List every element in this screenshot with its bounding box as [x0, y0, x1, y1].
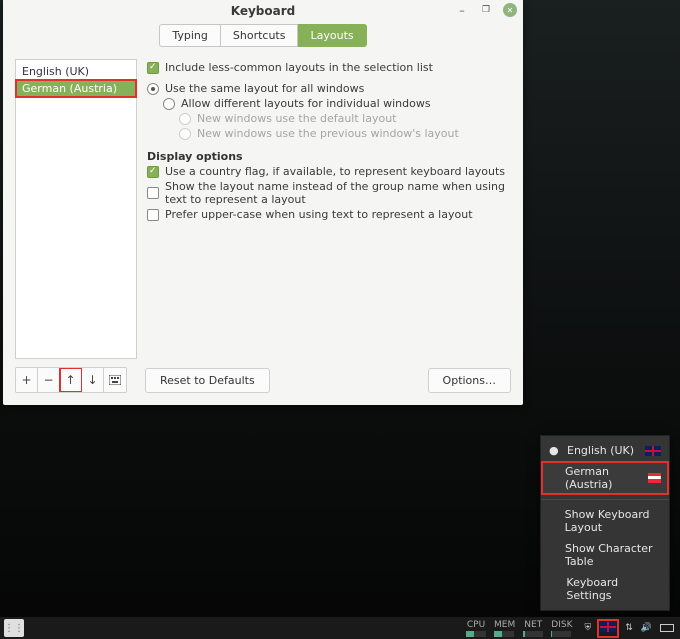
checkbox-icon[interactable] [147, 166, 159, 178]
menu-item-german-austria[interactable]: German (Austria) [541, 461, 669, 495]
opt-prefer-upper[interactable]: Prefer upper-case when using text to rep… [147, 208, 511, 221]
keyboard-icon [109, 375, 121, 385]
system-monitor[interactable]: CPU MEM NET DISK [466, 620, 578, 637]
layout-list[interactable]: English (UK) German (Austria) [15, 59, 137, 359]
maximize-button[interactable] [479, 3, 493, 17]
radio-icon[interactable] [163, 98, 175, 110]
close-button[interactable] [503, 3, 517, 17]
add-layout-button[interactable]: + [16, 368, 38, 392]
opt-allow-diff-per-window[interactable]: Allow different layouts for individual w… [163, 97, 511, 110]
label: Use the same layout for all windows [165, 82, 364, 95]
window-title: Keyboard [3, 0, 523, 22]
opt-new-previous: New windows use the previous window's la… [179, 127, 511, 140]
menu-item-keyboard-settings[interactable]: Keyboard Settings [541, 572, 669, 606]
tab-bar: Typing Shortcuts Layouts [3, 24, 523, 47]
layout-item-german-austria[interactable]: German (Austria) [16, 80, 136, 97]
network-icon[interactable]: ⇅ [625, 623, 633, 633]
label: New windows use the previous window's la… [197, 127, 459, 140]
menu-separator [541, 499, 669, 500]
start-button[interactable]: ⋮⋮ [4, 619, 24, 637]
display-options-header: Display options [147, 150, 511, 163]
menu-item-show-chartable[interactable]: Show Character Table [541, 538, 669, 572]
label: Show the layout name instead of the grou… [165, 180, 511, 206]
move-down-button[interactable]: ↓ [82, 368, 104, 392]
tab-layouts[interactable]: Layouts [298, 24, 366, 47]
disk-label: DISK [551, 620, 572, 630]
keyboard-layout-indicator[interactable] [599, 621, 617, 636]
label: Show Keyboard Layout [565, 508, 661, 534]
cpu-label: CPU [467, 620, 485, 630]
label: Show Character Table [565, 542, 661, 568]
tab-typing[interactable]: Typing [159, 24, 221, 47]
minimize-button[interactable] [455, 3, 469, 17]
layout-toolbar: + − ↑ ↓ [15, 367, 127, 393]
desktop: Keyboard Typing Shortcuts Layouts Englis… [0, 0, 680, 639]
keyboard-preview-button[interactable] [104, 368, 126, 392]
volume-icon[interactable]: 🔊 [641, 623, 652, 633]
taskbar: ⋮⋮ CPU MEM NET DISK ⛨ ⇅ 🔊 [0, 617, 680, 639]
label: German (Austria) [565, 465, 640, 491]
opt-same-layout-all[interactable]: Use the same layout for all windows [147, 82, 511, 95]
label: Include less-common layouts in the selec… [165, 61, 433, 74]
battery-icon[interactable] [660, 624, 674, 632]
label: Use a country flag, if available, to rep… [165, 165, 505, 178]
layout-item-english-uk[interactable]: English (UK) [16, 63, 136, 80]
radio-icon [179, 113, 191, 125]
flag-uk-icon [600, 622, 616, 632]
mem-label: MEM [494, 620, 515, 630]
flag-at-icon [648, 473, 661, 483]
label: Allow different layouts for individual w… [181, 97, 431, 110]
keyboard-dialog: Keyboard Typing Shortcuts Layouts Englis… [3, 0, 523, 405]
remove-layout-button[interactable]: − [38, 368, 60, 392]
checkbox-icon[interactable] [147, 209, 159, 221]
shield-icon[interactable]: ⛨ [584, 623, 591, 633]
selected-marker: ● [549, 444, 559, 457]
opt-use-flag[interactable]: Use a country flag, if available, to rep… [147, 165, 511, 178]
window-buttons [455, 3, 517, 17]
settings-pane: Include less-common layouts in the selec… [145, 59, 511, 359]
label: Prefer upper-case when using text to rep… [165, 208, 473, 221]
radio-icon[interactable] [147, 83, 159, 95]
menu-item-show-layout[interactable]: Show Keyboard Layout [541, 504, 669, 538]
flag-uk-icon [645, 446, 661, 456]
checkbox-icon[interactable] [147, 187, 159, 199]
label: Keyboard Settings [566, 576, 661, 602]
radio-icon [179, 128, 191, 140]
opt-include-less-common[interactable]: Include less-common layouts in the selec… [147, 61, 511, 74]
move-up-button[interactable]: ↑ [60, 368, 82, 392]
menu-item-english-uk[interactable]: ● English (UK) [541, 440, 669, 461]
label: New windows use the default layout [197, 112, 397, 125]
opt-show-layout-name[interactable]: Show the layout name instead of the grou… [147, 180, 511, 206]
opt-new-default: New windows use the default layout [179, 112, 511, 125]
tab-shortcuts[interactable]: Shortcuts [221, 24, 299, 47]
net-label: NET [524, 620, 542, 630]
reset-defaults-button[interactable]: Reset to Defaults [145, 368, 270, 393]
label: English (UK) [567, 444, 634, 457]
dialog-footer: + − ↑ ↓ Reset to Defaults Options… [15, 367, 511, 393]
titlebar: Keyboard [3, 0, 523, 22]
system-tray: ⛨ ⇅ 🔊 [578, 621, 680, 636]
checkbox-icon[interactable] [147, 62, 159, 74]
layout-indicator-menu: ● English (UK) German (Austria) Show Key… [540, 435, 670, 611]
options-button[interactable]: Options… [428, 368, 511, 393]
